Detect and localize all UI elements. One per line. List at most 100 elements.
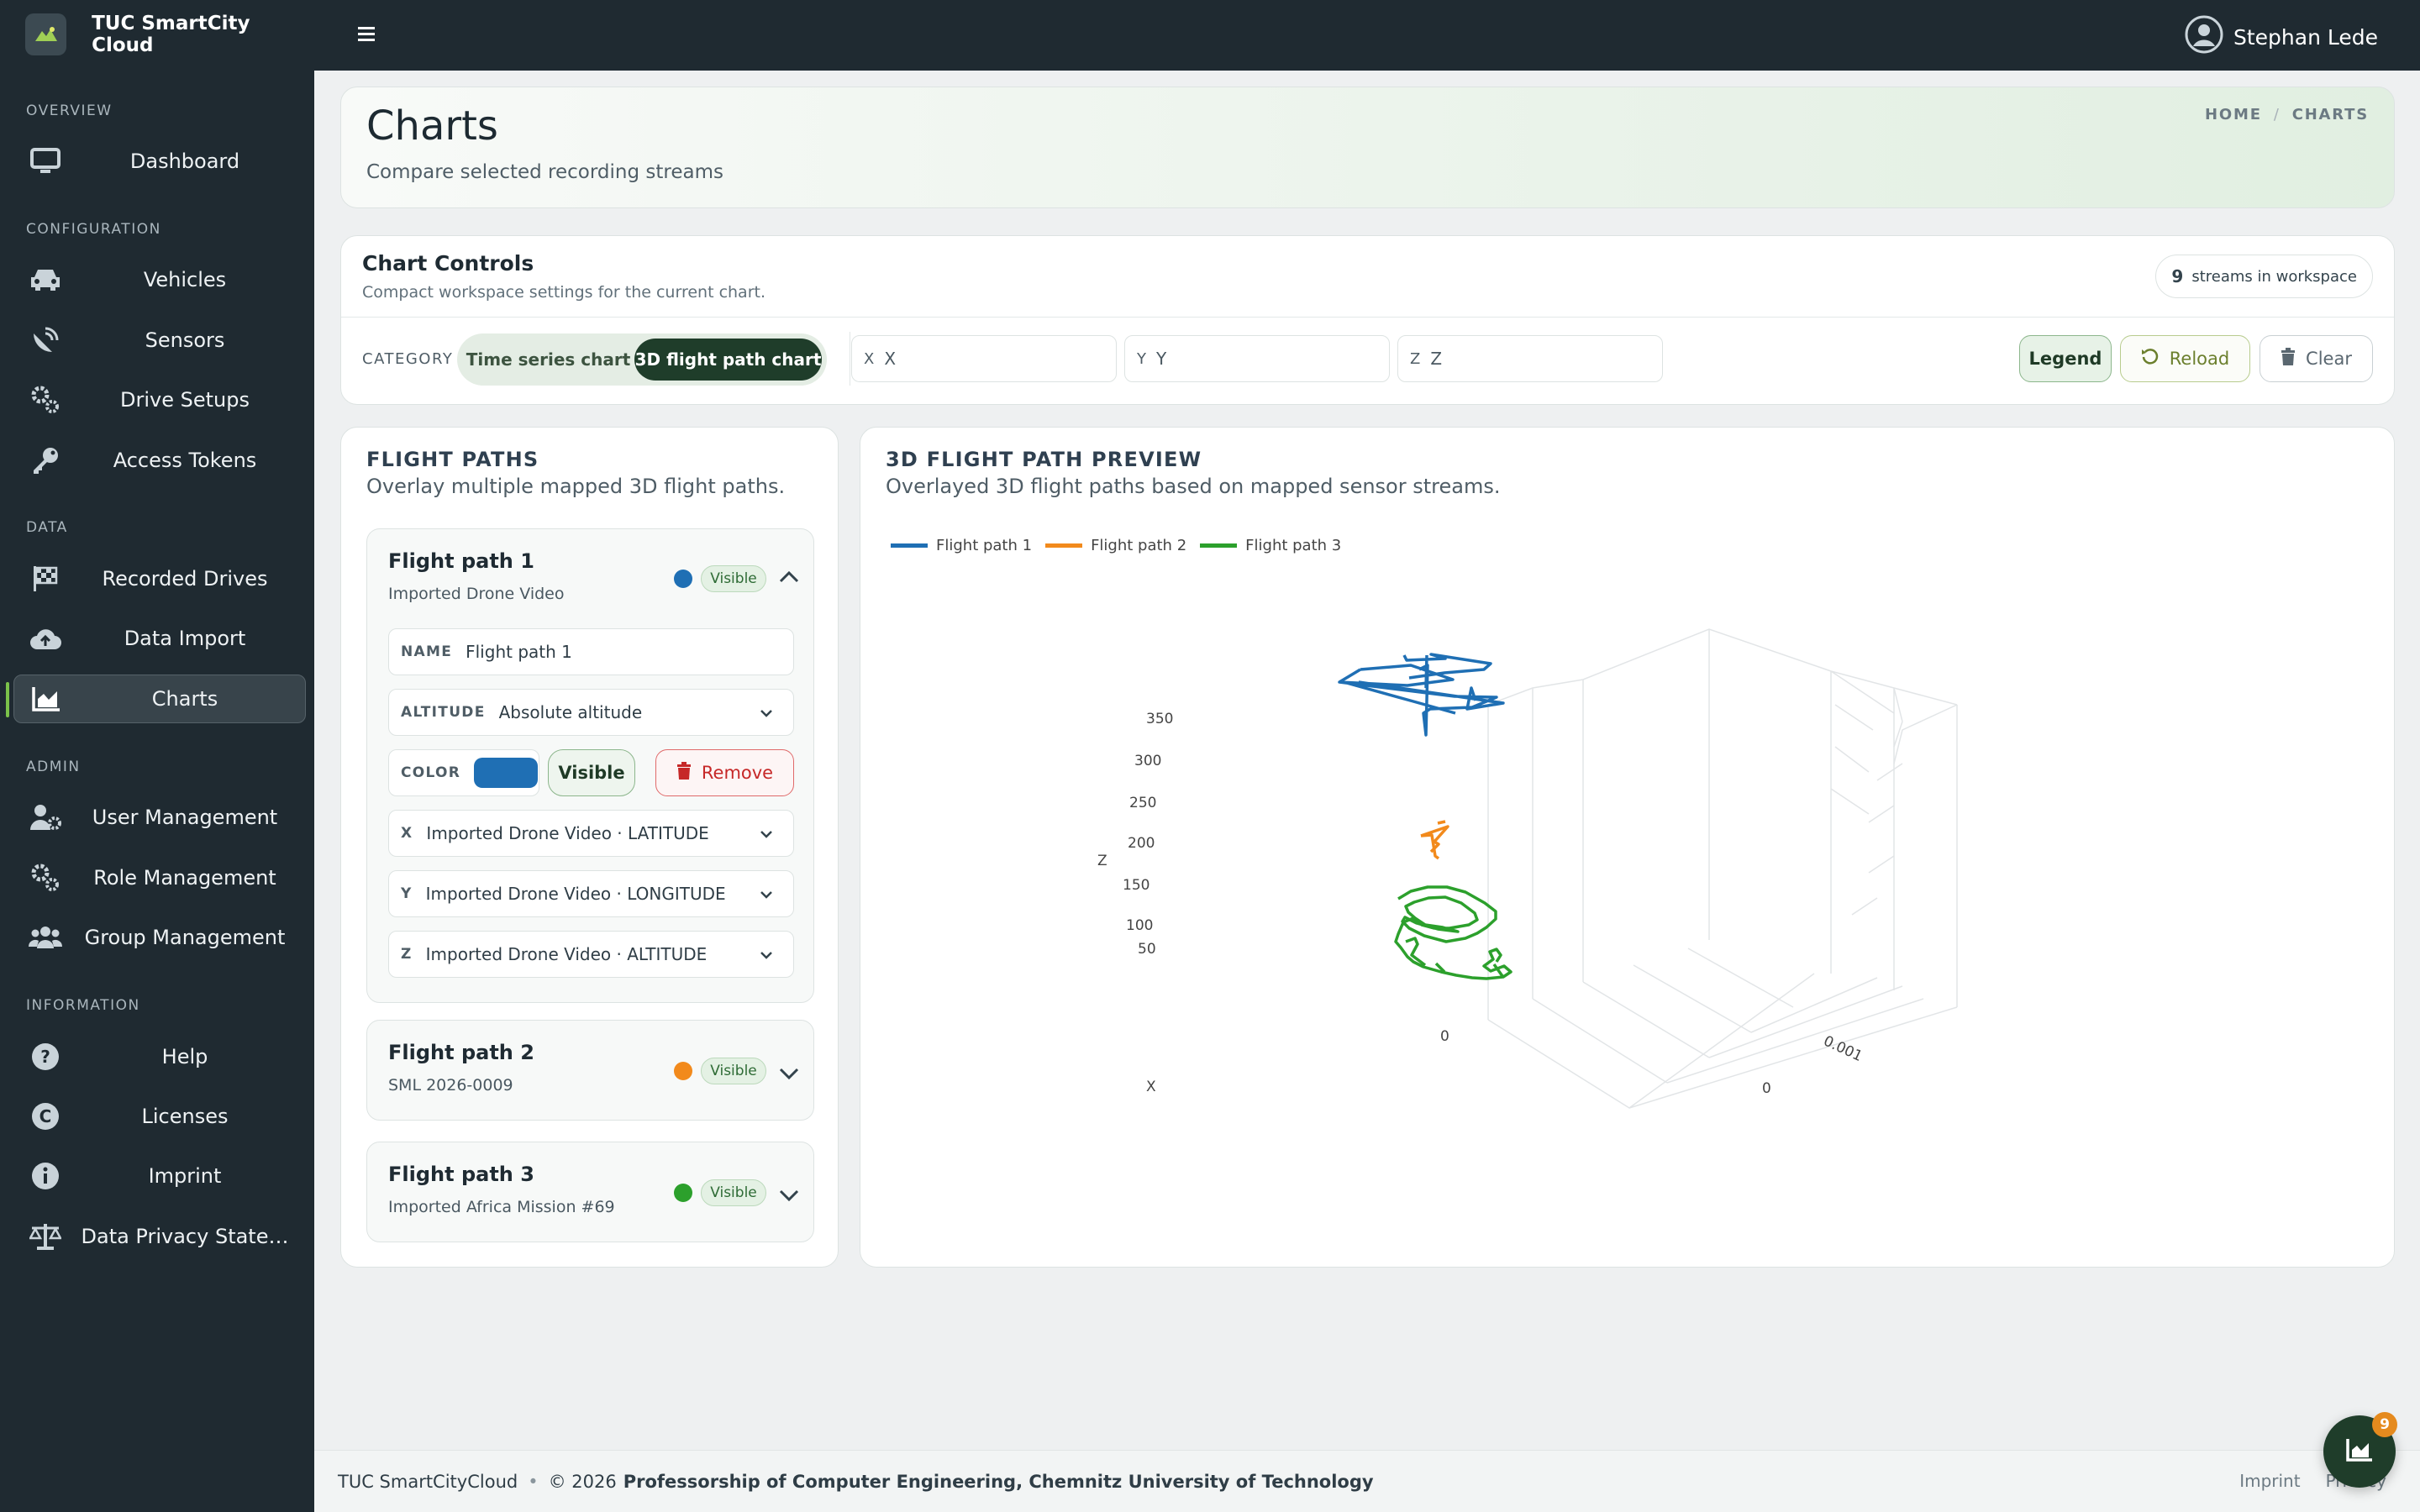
sidebar-item-data-import[interactable]: Data Import [13,614,306,663]
user-menu[interactable]: Stephan Lede [2185,15,2378,59]
visible-toggle-button[interactable]: Visible [548,749,635,796]
z-axis-key: Z [1410,349,1421,368]
sidebar-item-label: Vehicles [143,268,227,291]
section-overview: OVERVIEW [26,102,113,119]
category-time-series[interactable]: Time series chart [462,339,634,381]
sidebar-item-charts[interactable]: Charts [6,675,306,723]
sidebar-item-label: Dashboard [129,150,240,173]
charts-fab-button[interactable]: 9 [2323,1412,2397,1488]
category-switch: Time series chart 3D flight path chart [457,333,827,386]
flight-path-1-trace [1338,653,1505,737]
sidebar-item-help[interactable]: ? Help [13,1032,306,1081]
x-axis-input[interactable]: X X [851,335,1117,382]
brand[interactable]: TUC SmartCity Cloud [25,13,314,56]
z-stream-select[interactable]: Z Imported Drone Video · ALTITUDE [388,931,794,978]
sidebar-item-access-tokens[interactable]: Access Tokens [13,436,306,485]
sidebar-item-imprint[interactable]: Imprint [13,1152,306,1200]
plot-axes: Z X 350 300 250 200 150 100 50 0 0.001 0 [1097,711,1865,1097]
breadcrumb-current: CHARTS [2291,106,2369,123]
y-stream-select[interactable]: Y Imported Drone Video · LONGITUDE [388,870,794,917]
name-field[interactable]: NAME Flight path 1 [388,628,794,675]
category-label: CATEGORY [362,350,454,368]
sidebar-item-label: Role Management [93,866,276,890]
sidebar-item-sensors[interactable]: Sensors [13,316,306,365]
sidebar-item-vehicles[interactable]: Vehicles [13,255,306,304]
trash-icon [2281,347,2296,370]
visible-badge: Visible [701,565,766,592]
flight-path-color-dot [674,1062,692,1080]
x-axis-value: X [884,349,897,369]
footer-organization[interactable]: Professorship of Computer Engineering, C… [623,1472,1374,1492]
streams-count: 9 [2171,266,2184,286]
clear-button[interactable]: Clear [2260,335,2373,382]
flight-path-card-3[interactable]: Flight path 3 Imported Africa Mission #6… [366,1142,814,1242]
3d-plot[interactable]: Z X 350 300 250 200 150 100 50 0 0.001 0 [860,428,2396,1268]
streams-label: streams in workspace [2191,267,2357,286]
key-icon [29,444,62,477]
reload-icon [2141,348,2160,370]
z-axis-label: Z [1097,853,1107,869]
flight-path-source: Imported Drone Video [388,585,565,603]
footer: TUC SmartCityCloud • © 2026 Professorshi… [314,1450,2420,1512]
chevron-up-icon[interactable] [775,563,803,591]
name-field-value: Flight path 1 [466,642,572,662]
z-tick: 50 [1138,941,1156,958]
sidebar-item-group-management[interactable]: Group Management [13,913,306,962]
sidebar-item-label: Imprint [148,1164,222,1188]
x-stream-select[interactable]: X Imported Drone Video · LATITUDE [388,810,794,857]
footer-link-imprint[interactable]: Imprint [2239,1471,2300,1491]
flight-path-card-2[interactable]: Flight path 2 SML 2026-0009 Visible [366,1020,814,1121]
x-stream-key: X [401,825,413,842]
color-picker[interactable] [474,758,539,788]
z-stream-value: Imported Drone Video · ALTITUDE [425,944,708,964]
flight-path-name: Flight path 2 [388,1041,534,1064]
z-stream-key: Z [401,946,413,963]
area-chart-icon [29,682,63,716]
hamburger-menu-icon[interactable] [356,24,381,49]
chevron-down-icon[interactable] [775,1181,803,1210]
y-axis-input[interactable]: Y Y [1124,335,1390,382]
altitude-value: Absolute altitude [498,702,643,722]
reload-button[interactable]: Reload [2120,335,2250,382]
svg-text:C: C [39,1106,52,1126]
plot-grid [1487,628,1958,1109]
sidebar-item-label: Group Management [84,926,286,949]
sidebar-item-role-management[interactable]: Role Management [13,853,306,902]
legend-toggle-button[interactable]: Legend [2019,335,2112,382]
z-axis-input[interactable]: Z Z [1397,335,1663,382]
top-bar: Stephan Lede [314,0,2420,71]
flight-path-name[interactable]: Flight path 1 [388,549,534,573]
chevron-down-icon[interactable] [775,1059,803,1088]
sidebar-item-data-privacy[interactable]: Data Privacy State… [13,1212,306,1261]
trash-icon [676,761,692,785]
flight-path-2-trace [1420,820,1449,860]
z-tick: 300 [1134,753,1161,769]
info-circle-icon [29,1159,62,1193]
sidebar-item-dashboard[interactable]: Dashboard [13,137,306,186]
user-avatar-icon [2185,15,2223,59]
flight-path-3-trace [1394,885,1512,980]
footer-brand: TUC SmartCityCloud [338,1471,518,1492]
sidebar-item-licenses[interactable]: C Licenses [13,1092,306,1141]
breadcrumb-home[interactable]: HOME [2205,106,2262,123]
page-subtitle: Compare selected recording streams [366,161,723,183]
copyright-icon: C [29,1100,62,1133]
scale-icon [29,1220,62,1253]
altitude-select[interactable]: ALTITUDE Absolute altitude [388,689,794,736]
flight-path-color-dot [674,570,692,588]
sidebar-item-label: Licenses [141,1105,229,1128]
z-tick: 350 [1146,711,1173,727]
monitor-icon [29,144,62,178]
sidebar-item-label: Data Import [124,627,246,650]
remove-button[interactable]: Remove [655,749,794,796]
sidebar-item-drive-setups[interactable]: Drive Setups [13,375,306,424]
chevron-down-icon [758,886,775,903]
user-gear-icon [29,801,62,834]
visible-badge: Visible [701,1179,766,1206]
category-3d-flight-path[interactable]: 3D flight path chart [634,339,822,381]
flight-paths-panel: FLIGHT PATHS Overlay multiple mapped 3D … [340,427,839,1268]
gears-icon [29,383,62,417]
sidebar-item-recorded-drives[interactable]: Recorded Drives [13,554,306,603]
z-tick: 250 [1129,795,1156,811]
sidebar-item-user-management[interactable]: User Management [13,793,306,842]
